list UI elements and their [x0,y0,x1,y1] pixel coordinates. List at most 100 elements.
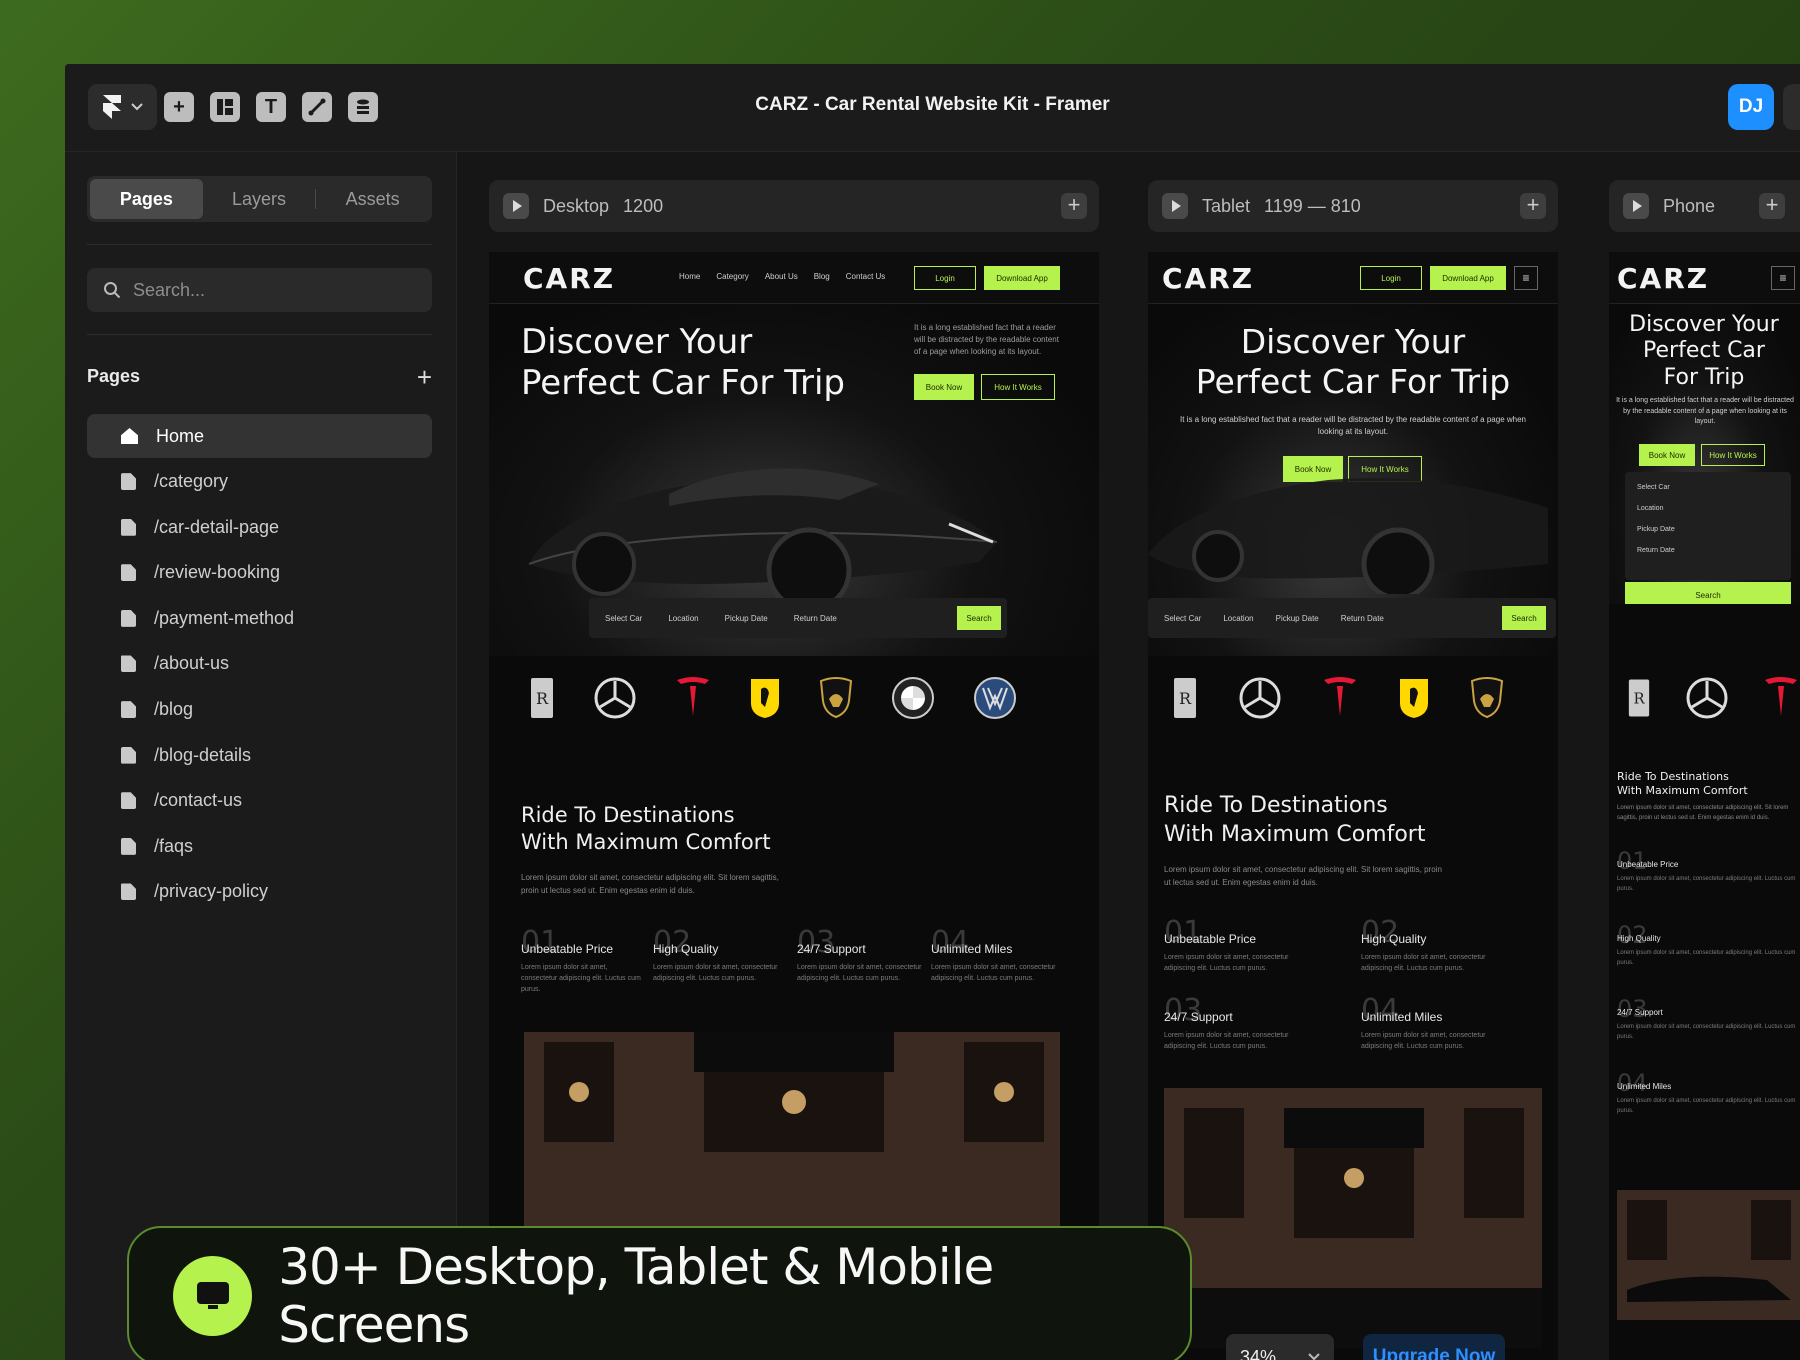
canvas[interactable]: Desktop 1200 + Tablet 1199 — 810 + Phone… [458,152,1800,1360]
zoom-select[interactable]: 34% [1226,1334,1334,1360]
page-item-payment-method[interactable]: /payment-method [87,596,432,640]
mercedes-icon [1238,676,1282,720]
site-navbar: CARZ Home Category About Us Blog Contact… [489,252,1099,304]
upgrade-now-button[interactable]: Upgrade Now [1363,1334,1505,1360]
feature-desc: Lorem ipsum dolor sit amet, consectetur … [1164,954,1289,973]
hero-heading-line: For Trip [1663,364,1745,390]
return-date-field[interactable]: Return Date [794,614,837,623]
phone-frame[interactable]: CARZ ≡ Discover Your Perfect Car For Tri… [1609,252,1800,1360]
page-item-about-us[interactable]: /about-us [87,642,432,686]
tab-pages[interactable]: Pages [90,179,203,219]
top-toolbar: + T CARZ - Car Rental Website Kit - Fram… [65,64,1800,152]
select-car-field[interactable]: Select Car [605,614,642,623]
brand-logos: R [1627,676,1799,720]
feature-item: 01 Unbeatable Price Lorem ipsum dolor si… [1617,848,1797,894]
page-item-blog[interactable]: /blog [87,688,432,732]
location-field[interactable]: Location [1637,505,1779,512]
feature-desc: Lorem ipsum dolor sit amet, consectetur … [797,964,922,983]
location-field[interactable]: Location [1223,614,1253,623]
hamburger-menu-icon[interactable]: ≡ [1514,266,1538,290]
preview-play-icon[interactable] [503,193,529,219]
how-it-works-button[interactable]: How It Works [981,374,1055,400]
download-app-button[interactable]: Download App [1430,266,1506,290]
frame-header-desktop[interactable]: Desktop 1200 + [489,180,1099,232]
preview-play-icon[interactable] [1623,193,1649,219]
tablet-frame[interactable]: CARZ Login Download App ≡ Discover Your … [1148,252,1558,1360]
page-label: /category [154,471,229,492]
page-item-faqs[interactable]: /faqs [87,824,432,868]
page-item-contact-us[interactable]: /contact-us [87,779,432,823]
page-icon [121,792,136,810]
how-it-works-button[interactable]: How It Works [1701,444,1765,466]
page-item-home[interactable]: Home [87,414,432,458]
select-car-field[interactable]: Select Car [1637,484,1779,491]
page-item-review-booking[interactable]: /review-booking [87,551,432,595]
search-input[interactable]: Search... [87,268,432,312]
feature-desc: Lorem ipsum dolor sit amet, consectetur … [653,964,778,983]
feature-title: Unbeatable Price [1164,932,1257,946]
search-button[interactable]: Search [1625,582,1791,604]
page-label: /about-us [154,653,230,674]
add-breakpoint-button[interactable]: + [1759,193,1785,219]
frame-header-phone[interactable]: Phone + [1609,180,1800,232]
share-button[interactable] [1783,84,1800,130]
nav-link[interactable]: Contact Us [846,272,886,281]
feature-item: 03 24/7 Support Lorem ipsum dolor sit am… [1164,996,1314,1052]
feature-item: 04 Unlimited Miles Lorem ipsum dolor sit… [1361,996,1511,1052]
hero-heading: Discover Your Perfect Car For Trip [521,322,845,404]
page-label: /review-booking [154,562,281,583]
volkswagen-icon [973,676,1017,720]
nav-link[interactable]: Blog [814,272,830,281]
page-item-privacy-policy[interactable]: /privacy-policy [87,870,432,914]
login-button[interactable]: Login [914,266,976,290]
hotel-facade-image [1164,1088,1542,1348]
page-icon [121,473,136,491]
page-item-category[interactable]: /category [87,460,432,504]
page-icon [121,883,136,901]
site-brand: CARZ [523,262,616,295]
select-car-field[interactable]: Select Car [1164,614,1201,623]
home-icon [121,428,138,444]
brand-logos: R [529,676,1017,720]
feature-title: Unbeatable Price [521,942,614,956]
feature-desc: Lorem ipsum dolor sit amet, consectetur … [1361,954,1486,973]
frame-header-tablet[interactable]: Tablet 1199 — 810 + [1148,180,1558,232]
return-date-field[interactable]: Return Date [1341,614,1384,623]
hero-heading-line: Discover Your [1629,312,1779,337]
page-item-car-detail[interactable]: /car-detail-page [87,505,432,549]
sidebar-tabs: Pages Layers Assets [87,176,432,222]
book-now-button[interactable]: Book Now [914,374,974,400]
pickup-date-field[interactable]: Pickup Date [1637,526,1779,533]
book-now-button[interactable]: Book Now [1639,444,1695,466]
pages-section-title: Pages [87,366,141,386]
return-date-field[interactable]: Return Date [1637,547,1779,554]
tab-layers[interactable]: Layers [203,179,316,219]
preview-play-icon[interactable] [1162,193,1188,219]
login-button[interactable]: Login [1360,266,1422,290]
page-item-blog-details[interactable]: /blog-details [87,733,432,777]
add-breakpoint-button[interactable]: + [1520,193,1546,219]
avatar[interactable]: DJ [1728,84,1774,130]
download-app-button[interactable]: Download App [984,266,1060,290]
add-breakpoint-button[interactable]: + [1061,193,1087,219]
nav-link[interactable]: Category [716,272,748,281]
sports-car-image [1148,478,1548,594]
pickup-date-field[interactable]: Pickup Date [1276,614,1319,623]
pickup-date-field[interactable]: Pickup Date [725,614,768,623]
nav-link[interactable]: Home [679,272,700,281]
search-button[interactable]: Search [957,606,1001,630]
hero-section: Discover Your Perfect Car For Trip It is… [489,304,1099,656]
hero-heading-line: Perfect Car [1643,338,1765,364]
mercedes-icon [593,676,637,720]
hero-heading-line: Perfect Car For Trip [1195,361,1511,401]
tab-assets[interactable]: Assets [316,179,429,219]
page-label: /contact-us [154,790,243,811]
add-page-button[interactable]: + [417,364,432,390]
desktop-frame[interactable]: CARZ Home Category About Us Blog Contact… [489,252,1099,1360]
location-field[interactable]: Location [668,614,698,623]
rolls-royce-icon: R [1627,677,1651,719]
nav-link[interactable]: About Us [765,272,798,281]
search-button[interactable]: Search [1502,606,1546,630]
hamburger-menu-icon[interactable]: ≡ [1771,266,1795,290]
hero-description: It is a long established fact that a rea… [914,323,1059,356]
